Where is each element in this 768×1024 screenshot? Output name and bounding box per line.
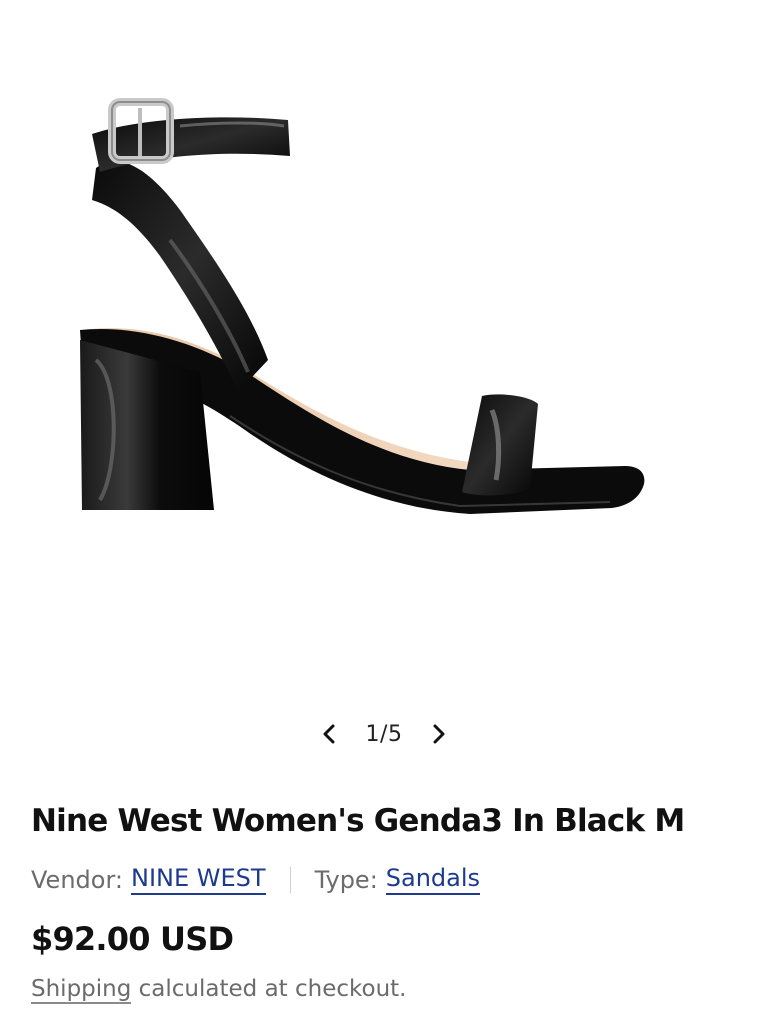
vendor-label: Vendor: xyxy=(31,865,123,894)
gallery-pager: 1/5 xyxy=(0,714,768,754)
shipping-link[interactable]: Shipping xyxy=(31,976,132,1004)
product-page: 1/5 Nine West Women's Genda3 In Black M … xyxy=(0,0,768,1024)
chevron-left-icon xyxy=(323,724,335,744)
product-price: $92.00 USD xyxy=(31,920,234,958)
image-counter: 1/5 xyxy=(365,721,403,747)
product-image xyxy=(80,98,645,514)
type-label: Type: xyxy=(314,865,378,894)
type-link[interactable]: Sandals xyxy=(385,864,481,895)
meta-divider xyxy=(289,866,291,893)
previous-image-button[interactable] xyxy=(312,717,346,751)
shipping-text: calculated at checkout. xyxy=(131,976,407,1002)
product-meta: Vendor: NINE WEST Type: Sandals xyxy=(31,864,481,895)
product-image-gallery[interactable] xyxy=(0,0,768,700)
chevron-right-icon xyxy=(433,724,445,744)
product-title: Nine West Women's Genda3 In Black M xyxy=(31,803,685,839)
shipping-note: Shipping calculated at checkout. xyxy=(31,976,407,1004)
next-image-button[interactable] xyxy=(422,717,456,751)
vendor-link[interactable]: NINE WEST xyxy=(130,864,266,895)
